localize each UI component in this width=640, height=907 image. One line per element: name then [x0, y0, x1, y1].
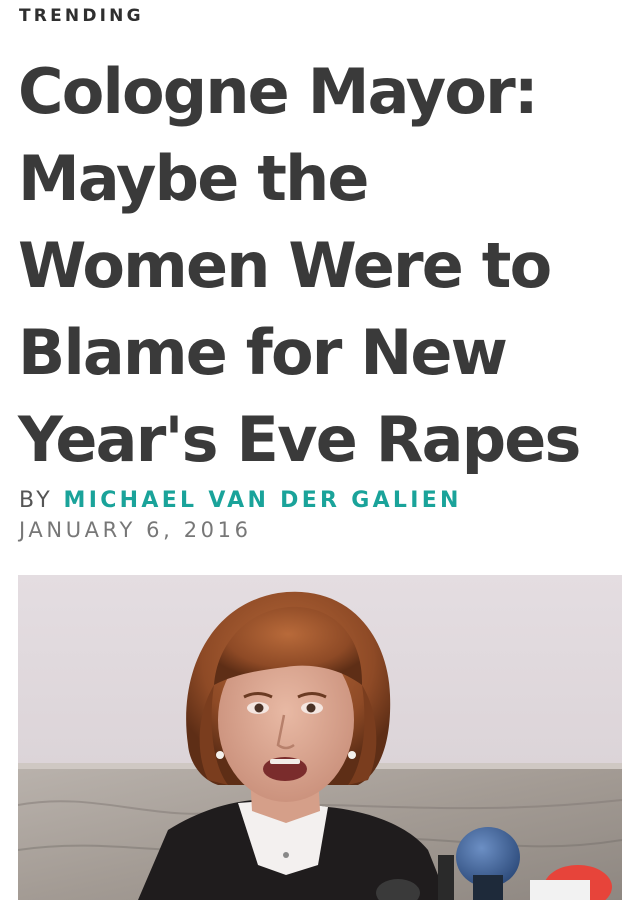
photo-illustration — [18, 575, 622, 900]
section-kicker[interactable]: TRENDING — [19, 6, 144, 26]
byline: BY MICHAEL VAN DER GALIEN — [19, 488, 462, 514]
author-link[interactable]: MICHAEL VAN DER GALIEN — [64, 488, 462, 513]
article-photo — [18, 575, 622, 900]
byline-prefix: BY — [19, 488, 54, 513]
publish-date: JANUARY 6, 2016 — [19, 518, 252, 542]
article-headline: Cologne Mayor: Maybe the Women Were to B… — [18, 55, 581, 476]
